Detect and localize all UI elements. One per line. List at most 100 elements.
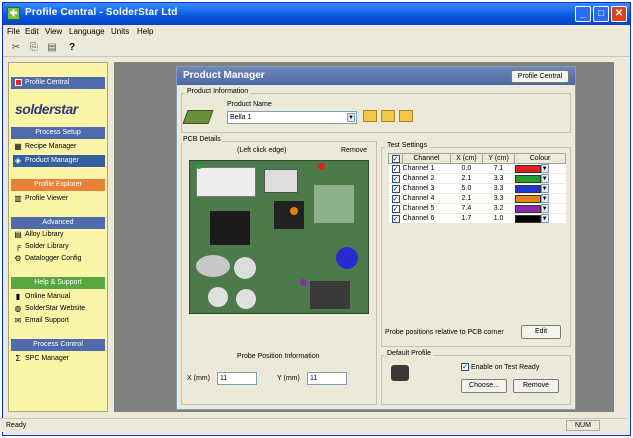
channel-x[interactable]: 2.1	[450, 173, 483, 184]
channel-colour[interactable]: ▼	[514, 203, 566, 214]
default-profile-label: Default Profile	[385, 350, 433, 357]
edit-button[interactable]: Edit	[521, 325, 561, 339]
checkbox-icon: ✓	[391, 184, 400, 193]
maximize-button[interactable]: □	[593, 6, 609, 22]
channel-name: Channel 2	[402, 173, 451, 184]
delete-folder-icon[interactable]	[399, 110, 413, 122]
sidebar-item-profile-viewer[interactable]: ▥ Profile Viewer	[13, 193, 105, 205]
sidebar-item-alloy-library[interactable]: ▤ Alloy Library	[13, 229, 105, 241]
colour-swatch	[514, 204, 541, 213]
col-colour[interactable]: Colour	[514, 153, 566, 164]
chart-icon: ▥	[14, 193, 22, 203]
section-header-help-support: Help & Support	[11, 277, 105, 289]
table-row[interactable]: ✓ Channel 6 1.7 1.0 ▼	[388, 213, 566, 224]
window-title: Profile Central - SolderStar Ltd	[25, 7, 178, 18]
product-name-input[interactable]: Bella 1 ▼	[227, 111, 357, 124]
table-row[interactable]: ✓ Channel 1 0.0 7.1 ▼	[388, 163, 566, 174]
probe-edit-caption: Probe positions relative to PCB corner	[385, 329, 504, 336]
y-input[interactable]: 11	[307, 372, 347, 385]
col-channel[interactable]: Channel	[402, 153, 451, 164]
x-input[interactable]: 11	[217, 372, 257, 385]
sidebar-item-online-manual[interactable]: ▮ Online Manual	[13, 291, 105, 303]
remove-image-link[interactable]: Remove	[341, 147, 367, 154]
profile-central-icon	[15, 78, 22, 86]
channel-y[interactable]: 7.1	[482, 163, 515, 174]
chevron-down-icon[interactable]: ▼	[540, 204, 549, 213]
channel-x[interactable]: 1.7	[450, 213, 483, 224]
section-header-advanced: Advanced	[11, 217, 105, 229]
menu-edit[interactable]: Edit	[25, 27, 39, 36]
channel-y[interactable]: 3.3	[482, 173, 515, 184]
colour-swatch	[514, 214, 541, 223]
config-icon: ⚙	[14, 253, 22, 263]
channel-checkbox[interactable]: ✓	[388, 163, 403, 174]
new-folder-icon[interactable]	[381, 110, 395, 122]
select-all-checkbox[interactable]: ✓	[388, 153, 403, 164]
pcb-image[interactable]	[189, 160, 369, 314]
section-header-process-control: Process Control	[11, 339, 105, 351]
chevron-down-icon[interactable]: ▼	[540, 174, 549, 183]
section-header-profile-explorer: Profile Explorer	[11, 179, 105, 191]
channel-x[interactable]: 7.4	[450, 203, 483, 214]
y-label: Y (mm)	[277, 375, 300, 382]
col-y[interactable]: Y (cm)	[482, 153, 516, 164]
channel-checkbox[interactable]: ✓	[388, 213, 403, 224]
chevron-down-icon[interactable]: ▼	[347, 113, 355, 122]
table-row[interactable]: ✓ Channel 5 7.4 3.2 ▼	[388, 203, 566, 214]
enable-test-ready-checkbox[interactable]: ✓ Enable on Test Ready	[461, 363, 539, 371]
menu-file[interactable]: File	[7, 27, 20, 36]
col-x[interactable]: X (cm)	[449, 153, 484, 164]
menu-language[interactable]: Language	[69, 27, 105, 36]
menu-bar: File Edit View Language Units Help	[3, 25, 630, 39]
copy-icon[interactable]: ⎘	[27, 41, 41, 54]
chevron-down-icon[interactable]: ▼	[540, 214, 549, 223]
paste-icon[interactable]: ▤	[45, 41, 59, 54]
remove-profile-button[interactable]: Remove	[513, 379, 559, 393]
open-folder-icon[interactable]	[363, 110, 377, 122]
channel-y[interactable]: 1.0	[482, 213, 515, 224]
table-row[interactable]: ✓ Channel 4 2.1 3.3 ▼	[388, 193, 566, 204]
menu-view[interactable]: View	[45, 27, 62, 36]
channel-y[interactable]: 3.2	[482, 203, 515, 214]
title-bar[interactable]: ✚ Profile Central - SolderStar Ltd _ □ ✕	[3, 3, 630, 25]
channel-colour[interactable]: ▼	[514, 163, 566, 174]
chevron-down-icon[interactable]: ▼	[540, 184, 549, 193]
sidebar-item-datalogger-config[interactable]: ⚙ Datalogger Config	[13, 253, 105, 265]
cut-icon[interactable]: ✂	[9, 41, 23, 54]
sidebar-item-email-support[interactable]: ✉ Email Support	[13, 315, 105, 327]
minimize-button[interactable]: _	[575, 6, 591, 22]
table-row[interactable]: ✓ Channel 3 5.0 3.3 ▼	[388, 183, 566, 194]
channel-x[interactable]: 0.0	[450, 163, 483, 174]
help-icon[interactable]: ?	[65, 41, 79, 54]
channel-colour[interactable]: ▼	[514, 193, 566, 204]
chevron-down-icon[interactable]: ▼	[540, 164, 549, 173]
channel-y[interactable]: 3.3	[482, 193, 515, 204]
choose-button[interactable]: Choose...	[461, 379, 507, 393]
channel-x[interactable]: 5.0	[450, 183, 483, 194]
menu-units[interactable]: Units	[111, 27, 129, 36]
close-button[interactable]: ✕	[611, 6, 627, 22]
sidebar-item-spc-manager[interactable]: Σ SPC Manager	[13, 353, 105, 365]
mail-icon: ✉	[14, 315, 22, 325]
sidebar-item-product-manager[interactable]: ◈ Product Manager	[13, 155, 105, 167]
sidebar-item-solder-library[interactable]: ╒ Solder Library	[13, 241, 105, 253]
sidebar-item-website[interactable]: ◍ SolderStar Website	[13, 303, 105, 315]
menu-help[interactable]: Help	[137, 27, 153, 36]
channel-y[interactable]: 3.3	[482, 183, 515, 194]
channel-colour[interactable]: ▼	[514, 183, 566, 194]
checkbox-icon: ✓	[391, 154, 400, 163]
channel-colour[interactable]: ▼	[514, 213, 566, 224]
channel-checkbox[interactable]: ✓	[388, 203, 403, 214]
channel-checkbox[interactable]: ✓	[388, 183, 403, 194]
channel-x[interactable]: 2.1	[450, 193, 483, 204]
profile-central-button[interactable]: Profile Central	[511, 70, 569, 83]
sidebar-item-profile-central[interactable]: Profile Central	[11, 77, 105, 89]
channel-colour[interactable]: ▼	[514, 173, 566, 184]
sidebar-item-recipe-manager[interactable]: ▦ Recipe Manager	[13, 141, 105, 153]
channel-checkbox[interactable]: ✓	[388, 193, 403, 204]
channel-checkbox[interactable]: ✓	[388, 173, 403, 184]
table-row[interactable]: ✓ Channel 2 2.1 3.3 ▼	[388, 173, 566, 184]
chevron-down-icon[interactable]: ▼	[540, 194, 549, 203]
channel-name: Channel 1	[402, 163, 451, 174]
product-icon	[182, 110, 214, 124]
